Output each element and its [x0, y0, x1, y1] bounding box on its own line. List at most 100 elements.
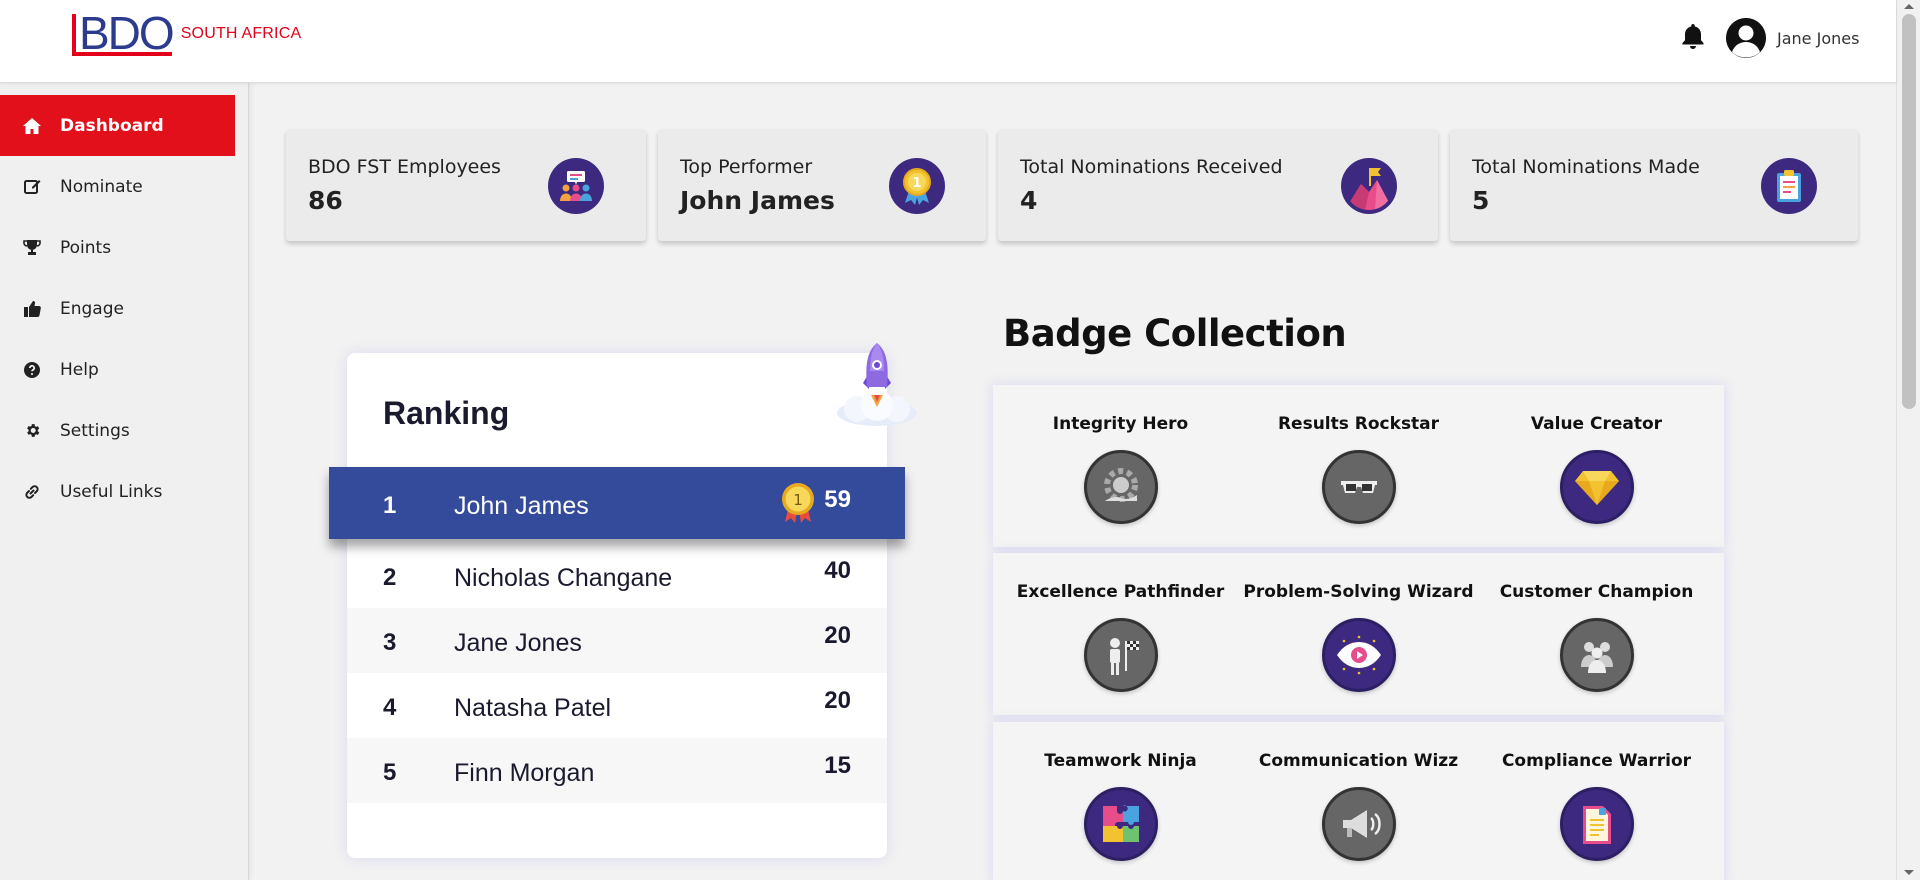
logo-text: BDO: [79, 7, 175, 59]
stat-card-nominations-made: Total Nominations Made 5: [1450, 129, 1858, 241]
sidebar-item-label: Help: [60, 359, 99, 380]
gear-hand-icon: [1083, 450, 1158, 524]
badge-name: Problem-Solving Wizard: [1243, 582, 1474, 602]
svg-text:1: 1: [793, 491, 803, 509]
sidebar-item-useful-links[interactable]: Useful Links: [0, 461, 235, 522]
rank-number: 5: [383, 759, 397, 786]
stat-label: Top Performer: [680, 156, 813, 178]
badge-name: Results Rockstar: [1277, 414, 1440, 434]
sunglasses-icon: [1321, 450, 1396, 524]
megaphone-icon: [1321, 787, 1396, 861]
page-scrollbar[interactable]: [1896, 0, 1920, 880]
ranking-row[interactable]: 3 Jane Jones 20: [347, 608, 887, 673]
badge-excellence-pathfinder[interactable]: Excellence Pathfinder: [1004, 582, 1237, 692]
thumbs-up-icon: [22, 299, 42, 319]
notification-bell-icon[interactable]: [1680, 22, 1706, 50]
sidebar-item-label: Points: [60, 237, 112, 258]
main-content: BDO FST Employees 86 Top Performer John …: [250, 84, 1896, 880]
sidebar-item-label: Dashboard: [60, 115, 164, 136]
sidebar-item-settings[interactable]: Settings: [0, 400, 235, 461]
rank-name: John James: [454, 492, 589, 520]
scroll-up-arrow-icon[interactable]: [1904, 4, 1914, 9]
rank-points: 15: [824, 752, 851, 779]
scroll-thumb[interactable]: [1902, 14, 1916, 409]
badge-collection-title: Badge Collection: [1003, 312, 1347, 355]
badge-name: Compliance Warrior: [1501, 751, 1692, 771]
stat-label: Total Nominations Made: [1472, 156, 1700, 178]
flag-person-icon: [1083, 618, 1158, 692]
badge-name: Customer Champion: [1499, 582, 1694, 602]
rank-points: 20: [824, 687, 851, 714]
ranking-row-first[interactable]: 1 John James 1 59: [329, 467, 905, 539]
rank-name: Nicholas Changane: [454, 564, 673, 592]
gold-medal-icon: 1: [779, 481, 817, 525]
stat-card-nominations-received: Total Nominations Received 4: [998, 129, 1438, 241]
stat-value: 5: [1472, 186, 1490, 215]
stat-label: Total Nominations Received: [1020, 156, 1283, 178]
rank-name: Natasha Patel: [454, 694, 612, 722]
badge-communication-wizz[interactable]: Communication Wizz: [1242, 751, 1475, 861]
badge-name: Value Creator: [1530, 414, 1663, 434]
badge-collection-panel: Integrity Hero Results Rockstar Value Cr…: [993, 385, 1724, 880]
eye-icon: [1321, 618, 1396, 692]
diamond-icon: [1559, 450, 1634, 524]
ranking-row[interactable]: 2 Nicholas Changane 40: [347, 543, 887, 608]
help-circle-icon: [22, 360, 42, 380]
rank-points: 40: [824, 557, 851, 584]
rank-number: 2: [383, 564, 397, 591]
sidebar-item-label: Useful Links: [60, 481, 163, 502]
document-icon: [1559, 787, 1634, 861]
badge-integrity-hero[interactable]: Integrity Hero: [1004, 414, 1237, 524]
badge-teamwork-ninja[interactable]: Teamwork Ninja: [1004, 751, 1237, 861]
people-meeting-icon: [548, 158, 604, 214]
sidebar-item-engage[interactable]: Engage: [0, 278, 235, 339]
rank-number: 1: [383, 492, 397, 519]
gear-icon: [22, 421, 42, 441]
badge-problem-solving-wizard[interactable]: Problem-Solving Wizard: [1242, 582, 1475, 692]
sidebar-item-nominate[interactable]: Nominate: [0, 156, 235, 217]
avatar: [1726, 18, 1766, 58]
badge-compliance-warrior[interactable]: Compliance Warrior: [1480, 751, 1713, 861]
team-icon: [1559, 618, 1634, 692]
ranking-row[interactable]: 5 Finn Morgan 15: [347, 738, 887, 803]
bdo-logo[interactable]: BDO SOUTH AFRICA: [69, 7, 302, 59]
stat-card-top-performer: Top Performer John James 1: [658, 129, 986, 241]
top-header: BDO SOUTH AFRICA Jane Jones: [0, 0, 1896, 83]
badge-customer-champion[interactable]: Customer Champion: [1480, 582, 1713, 692]
sidebar-item-points[interactable]: Points: [0, 217, 235, 278]
rocket-icon: [827, 339, 927, 431]
stat-value: John James: [680, 186, 835, 215]
edit-icon: [22, 177, 42, 197]
logo-region: SOUTH AFRICA: [180, 25, 302, 42]
rank-number: 3: [383, 629, 397, 656]
stat-card-employees: BDO FST Employees 86: [286, 129, 646, 241]
badge-results-rockstar[interactable]: Results Rockstar: [1242, 414, 1475, 524]
badge-value-creator[interactable]: Value Creator: [1480, 414, 1713, 524]
puzzle-icon: [1083, 787, 1158, 861]
trophy-icon: [22, 238, 42, 258]
stat-value: 86: [308, 186, 343, 215]
sidebar-item-label: Settings: [60, 420, 130, 441]
badge-name: Teamwork Ninja: [1044, 751, 1197, 771]
sidebar-item-help[interactable]: Help: [0, 339, 235, 400]
user-menu[interactable]: Jane Jones: [1726, 18, 1859, 58]
clipboard-icon: [1761, 158, 1817, 214]
badge-name: Integrity Hero: [1052, 414, 1189, 434]
home-icon: [22, 116, 42, 136]
user-name: Jane Jones: [1777, 28, 1860, 48]
sidebar-item-label: Nominate: [60, 176, 143, 197]
stat-label: BDO FST Employees: [308, 156, 501, 178]
svg-text:1: 1: [912, 176, 921, 191]
logo-mark: BDO: [69, 7, 175, 59]
ranking-title: Ranking: [383, 395, 510, 431]
badge-name: Communication Wizz: [1258, 751, 1459, 771]
rank-points: 59: [824, 486, 851, 513]
scroll-down-arrow-icon[interactable]: [1904, 870, 1914, 875]
sidebar-item-dashboard[interactable]: Dashboard: [0, 95, 235, 156]
badge-name: Excellence Pathfinder: [1016, 582, 1225, 602]
stat-value: 4: [1020, 186, 1038, 215]
rank-points: 20: [824, 622, 851, 649]
ranking-row[interactable]: 4 Natasha Patel 20: [347, 673, 887, 738]
sidebar-item-label: Engage: [60, 298, 124, 319]
sidebar: Dashboard Nominate Points Engage Help Se…: [0, 83, 249, 880]
